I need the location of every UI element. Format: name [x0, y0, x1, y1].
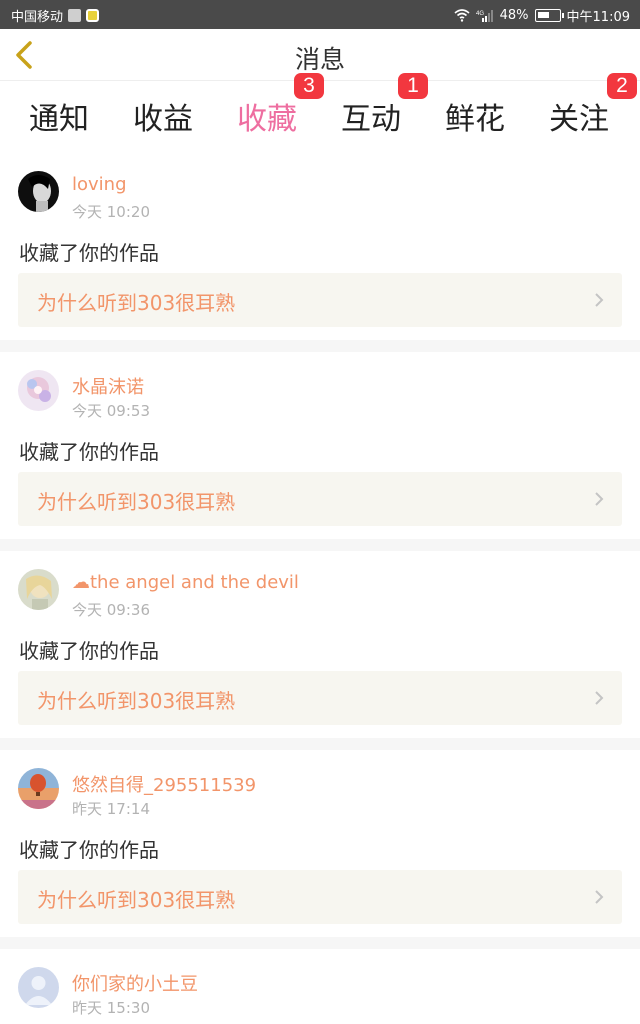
timestamp: 今天 09:53 [72, 402, 150, 420]
tab-label: 收益 [133, 102, 193, 137]
tab-label: 收藏 [237, 102, 297, 137]
tab-label: 鲜花 [445, 102, 505, 137]
tab-label: 通知 [29, 102, 89, 137]
follows-count-badge: 2 [607, 73, 637, 99]
chevron-right-icon [595, 691, 604, 705]
chevron-right-icon [595, 293, 604, 307]
work-title: 为什么听到303很耳熟 [37, 888, 236, 912]
timestamp: 今天 09:36 [72, 601, 150, 619]
tab-label: 互动 [341, 102, 401, 137]
list-item: 悠然自得_295511539 昨天 17:14 收藏了你的作品 为什么听到303… [0, 750, 640, 937]
list-item: ☁the angel and the devil 今天 09:36 收藏了你的作… [0, 551, 640, 738]
work-link[interactable]: 为什么听到303很耳熟 [18, 671, 622, 725]
message-text: 收藏了你的作品 [19, 440, 159, 464]
wifi-icon [454, 9, 470, 22]
work-link[interactable]: 为什么听到303很耳熟 [18, 870, 622, 924]
chevron-right-icon [595, 492, 604, 506]
work-title: 为什么听到303很耳熟 [37, 291, 236, 315]
tab-flowers[interactable]: 鲜花 [430, 94, 520, 138]
divider [0, 340, 640, 352]
username[interactable]: ☁the angel and the devil [72, 572, 299, 593]
status-bar: 中国移动 4G 48% 中午11:09 [0, 0, 640, 29]
work-link[interactable]: 为什么听到303很耳熟 [18, 472, 622, 526]
tab-favorites[interactable]: 收藏 [222, 94, 312, 155]
work-title: 为什么听到303很耳熟 [37, 689, 236, 713]
battery-icon [534, 9, 564, 22]
tab-interactions[interactable]: 互动 [326, 94, 416, 138]
message-notification-icon [86, 9, 100, 22]
carrier-label: 中国移动 [11, 10, 64, 25]
timestamp: 昨天 15:30 [72, 999, 150, 1017]
avatar[interactable] [18, 569, 59, 610]
message-text: 收藏了你的作品 [19, 838, 159, 862]
favorites-count-badge: 3 [294, 73, 324, 99]
work-link[interactable]: 为什么听到303很耳熟 [18, 273, 622, 327]
default-avatar-icon [18, 967, 59, 1008]
avatar[interactable] [18, 370, 59, 411]
tab-earnings[interactable]: 收益 [118, 94, 208, 138]
username[interactable]: loving [72, 174, 127, 195]
divider [0, 937, 640, 949]
interactions-count-badge: 1 [398, 73, 428, 99]
divider [0, 539, 640, 551]
username[interactable]: 悠然自得_295511539 [72, 771, 256, 797]
list-item: loving 今天 10:20 收藏了你的作品 为什么听到303很耳熟 [0, 150, 640, 340]
network-type-label: 4G [476, 11, 484, 17]
chevron-right-icon [595, 890, 604, 904]
avatar[interactable] [18, 768, 59, 809]
message-category-tabs: 通知 收益 收藏 互动 鲜花 关注 3 1 2 [0, 73, 640, 155]
username[interactable]: 你们家的小土豆 [72, 970, 198, 996]
message-text: 收藏了你的作品 [19, 241, 159, 265]
tab-notifications[interactable]: 通知 [14, 94, 104, 138]
username[interactable]: 水晶沫诺 [72, 373, 144, 399]
clock: 中午11:09 [566, 10, 630, 25]
avatar-image [18, 569, 59, 610]
work-title: 为什么听到303很耳熟 [37, 490, 236, 514]
avatar-image [18, 370, 59, 411]
list-item: 你们家的小土豆 昨天 15:30 [0, 949, 640, 1024]
signal-icon: 4G [476, 10, 493, 22]
page-title: 消息 [294, 45, 345, 74]
timestamp: 昨天 17:14 [72, 800, 150, 818]
timestamp: 今天 10:20 [72, 203, 150, 221]
divider [0, 738, 640, 750]
avatar[interactable] [18, 967, 59, 1008]
tab-label: 关注 [549, 102, 609, 137]
app-notification-icon [68, 9, 82, 22]
battery-percent: 48% [499, 8, 529, 23]
message-text: 收藏了你的作品 [19, 639, 159, 663]
tab-follows[interactable]: 关注 [534, 94, 624, 138]
list-item: 水晶沫诺 今天 09:53 收藏了你的作品 为什么听到303很耳熟 [0, 352, 640, 539]
favorites-message-list: loving 今天 10:20 收藏了你的作品 为什么听到303很耳熟 水晶沫诺… [0, 150, 640, 1024]
avatar-image [18, 171, 59, 212]
avatar-image [18, 768, 59, 809]
avatar[interactable] [18, 171, 59, 212]
